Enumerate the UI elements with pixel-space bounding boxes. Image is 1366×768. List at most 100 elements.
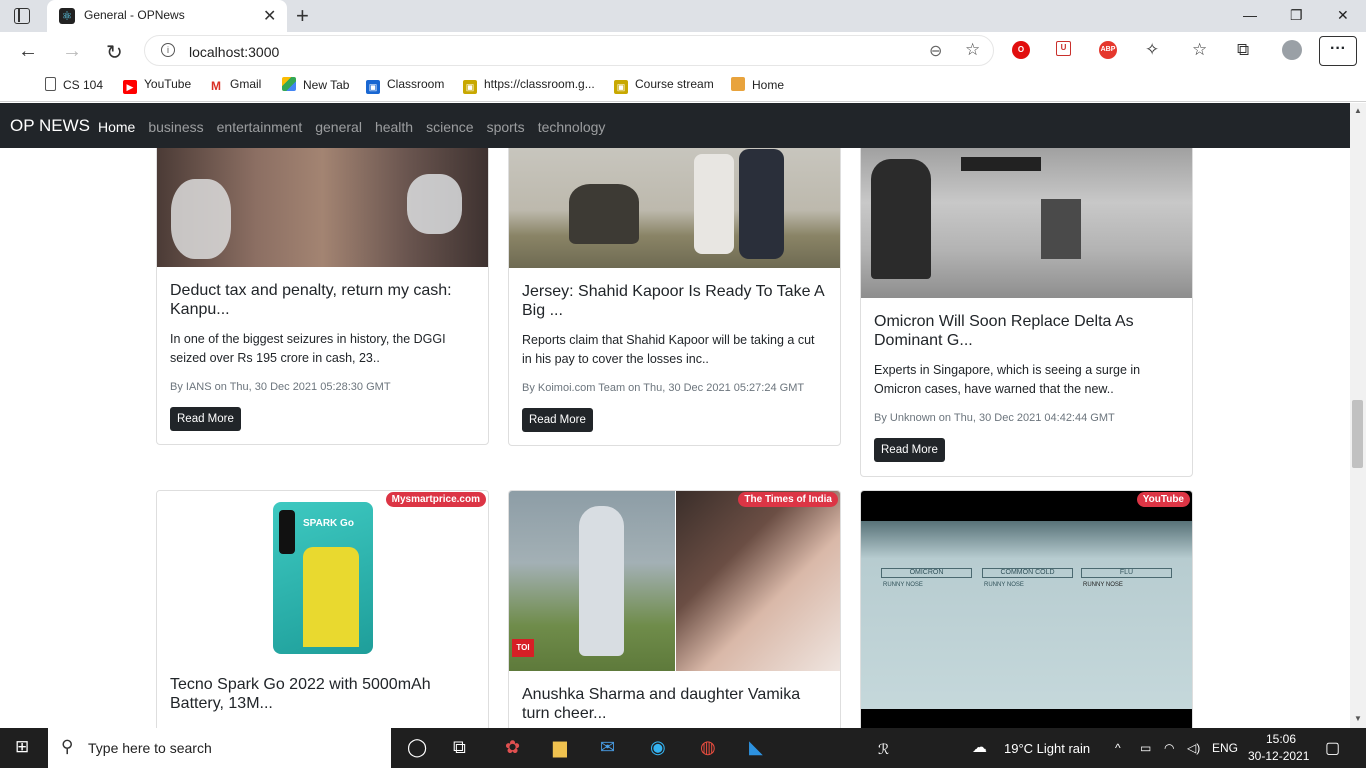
news-card: Jersey: Shahid Kapoor Is Ready To Take A…	[508, 148, 841, 446]
read-more-button[interactable]: Read More	[522, 408, 593, 432]
weather-text[interactable]: 19°C Light rain	[1004, 741, 1090, 756]
bookmark-youtube[interactable]: ▶ YouTube	[123, 77, 191, 94]
shield-icon[interactable]: U	[1056, 41, 1071, 56]
nav-sports[interactable]: sports	[487, 119, 525, 135]
card-title[interactable]: Deduct tax and penalty, return my cash: …	[170, 281, 475, 319]
news-card: SPARK Go Mysmartprice.com Tecno Spark Go…	[156, 490, 489, 728]
extensions-icon[interactable]: ✧	[1145, 40, 1159, 60]
profile-avatar[interactable]	[1282, 40, 1302, 60]
news-image[interactable]: TOI The Times of India	[509, 491, 840, 671]
news-card: Deduct tax and penalty, return my cash: …	[156, 148, 489, 445]
windows-start-icon[interactable]: ⊞	[15, 737, 29, 757]
nav-entertainment[interactable]: entertainment	[217, 119, 303, 135]
news-card: TOI The Times of India Anushka Sharma an…	[508, 490, 841, 728]
search-placeholder: Type here to search	[88, 740, 212, 756]
bookmark-classroom[interactable]: ▣ Classroom	[366, 77, 444, 94]
nav-general[interactable]: general	[315, 119, 362, 135]
taskbar-search[interactable]: ⚲ Type here to search	[48, 728, 391, 768]
people-icon[interactable]: ℛ	[878, 741, 889, 758]
minimize-icon[interactable]: —	[1243, 7, 1257, 23]
cortana-icon[interactable]: ◯	[407, 737, 427, 758]
back-icon[interactable]: ←	[18, 40, 38, 63]
card-title[interactable]: Omicron Will Soon Replace Delta As Domin…	[874, 312, 1179, 350]
nav-business[interactable]: business	[148, 119, 203, 135]
address-row: ← → ↻ i localhost:3000 ⊖ ☆ O U ABP ✧ ☆ ⧉…	[0, 32, 1366, 70]
toi-logo: TOI	[512, 639, 534, 657]
classroom-icon: ▣	[614, 80, 628, 94]
video-thumbnail[interactable]: OMICRON COMMON COLD FLU RUNNY NOSE RUNNY…	[861, 491, 1192, 728]
wifi-icon[interactable]: ◠	[1164, 741, 1174, 755]
task-view-icon[interactable]: ⧉	[453, 737, 466, 758]
clock-date[interactable]: 30-12-2021	[1248, 749, 1309, 763]
source-badge: Mysmartprice.com	[385, 492, 486, 507]
card-description: Reports claim that Shahid Kapoor will be…	[522, 333, 815, 366]
classroom-icon: ▣	[366, 80, 380, 94]
nav-technology[interactable]: technology	[538, 119, 606, 135]
forward-icon[interactable]: →	[62, 40, 82, 63]
language-indicator[interactable]: ENG	[1212, 741, 1238, 755]
card-meta: By Koimoi.com Team on Thu, 30 Dec 2021 0…	[522, 382, 805, 394]
bookmark-classroom-url[interactable]: ▣ https://classroom.g...	[463, 77, 595, 94]
read-more-button[interactable]: Read More	[170, 407, 241, 431]
source-badge: The Times of India	[738, 492, 838, 507]
mail-icon[interactable]: ✉	[600, 737, 615, 758]
bookmark-gmail[interactable]: M Gmail	[209, 77, 261, 93]
read-more-button[interactable]: Read More	[874, 438, 945, 462]
clock-time[interactable]: 15:06	[1266, 732, 1296, 746]
chrome-icon[interactable]: ◍	[700, 737, 716, 758]
scrollbar-thumb[interactable]	[1352, 400, 1363, 468]
adblock-icon[interactable]: ABP	[1099, 41, 1117, 59]
news-image[interactable]	[157, 148, 488, 267]
notification-icon[interactable]: ▢	[1325, 738, 1340, 758]
scroll-down-icon[interactable]: ▼	[1354, 714, 1362, 723]
classroom-icon: ▣	[463, 80, 477, 94]
favorites-icon[interactable]: ☆	[1192, 40, 1207, 60]
file-explorer-icon[interactable]: ▆	[553, 737, 567, 758]
bookmark-newtab[interactable]: New Tab	[282, 77, 349, 92]
scroll-up-icon[interactable]: ▲	[1354, 106, 1362, 115]
youtube-icon: ▶	[123, 80, 137, 94]
card-meta: By IANS on Thu, 30 Dec 2021 05:28:30 GMT	[170, 381, 391, 393]
paint-icon[interactable]: ✿	[505, 737, 520, 758]
news-image[interactable]	[509, 148, 840, 268]
tab-title: General - OPNews	[84, 8, 185, 22]
box-icon	[731, 77, 745, 91]
bookmark-course-stream[interactable]: ▣ Course stream	[614, 77, 714, 94]
close-window-icon[interactable]: ✕	[1337, 7, 1349, 24]
favorite-star-icon[interactable]: ☆	[965, 40, 980, 60]
edge-icon[interactable]: ◉	[650, 737, 666, 758]
zoom-icon[interactable]: ⊖	[929, 41, 942, 61]
news-card: Omicron Will Soon Replace Delta As Domin…	[860, 148, 1193, 477]
nav-home[interactable]: Home	[98, 119, 135, 135]
nav-science[interactable]: science	[426, 119, 473, 135]
info-icon[interactable]: i	[161, 43, 175, 57]
collections-icon[interactable]: ⧉	[1237, 40, 1249, 60]
card-title[interactable]: Anushka Sharma and daughter Vamika turn …	[522, 685, 827, 723]
tab-bar: ⚛ General - OPNews ✕ + — ❐ ✕	[0, 0, 1366, 32]
vscode-icon[interactable]: ◣	[749, 737, 763, 758]
chevron-up-icon[interactable]: ^	[1115, 741, 1121, 755]
volume-icon[interactable]: ◁)	[1187, 741, 1200, 755]
react-icon: ⚛	[59, 8, 75, 24]
bookmark-home[interactable]: Home	[731, 77, 784, 92]
restore-icon[interactable]: ❐	[1290, 7, 1303, 24]
tab-actions-icon[interactable]	[14, 8, 30, 24]
card-description: Experts in Singapore, which is seeing a …	[874, 363, 1141, 396]
news-image[interactable]	[861, 148, 1192, 298]
browser-tab[interactable]: ⚛ General - OPNews ✕	[47, 0, 287, 32]
bookmark-cs104[interactable]: CS 104	[45, 77, 103, 92]
opera-icon[interactable]: O	[1012, 41, 1030, 59]
battery-icon[interactable]: ▭	[1140, 741, 1151, 755]
url-text[interactable]: localhost:3000	[189, 44, 279, 60]
address-bar[interactable]: i localhost:3000 ⊖ ☆	[144, 35, 994, 66]
news-grid: Deduct tax and penalty, return my cash: …	[0, 148, 1350, 728]
more-menu-button[interactable]: ···	[1319, 36, 1357, 66]
news-image[interactable]: SPARK Go Mysmartprice.com	[157, 491, 488, 661]
refresh-icon[interactable]: ↻	[106, 40, 123, 65]
close-tab-icon[interactable]: ✕	[263, 6, 276, 26]
nav-health[interactable]: health	[375, 119, 413, 135]
brand-logo[interactable]: OP NEWS	[10, 116, 90, 136]
card-title[interactable]: Jersey: Shahid Kapoor Is Ready To Take A…	[522, 282, 827, 320]
card-title[interactable]: Tecno Spark Go 2022 with 5000mAh Battery…	[170, 675, 475, 713]
new-tab-button[interactable]: +	[296, 3, 309, 29]
